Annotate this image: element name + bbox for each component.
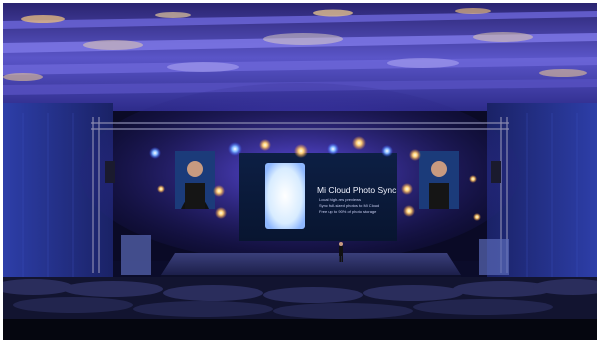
slide-title: Mi Cloud Photo Sync — [317, 185, 397, 195]
right-speaker — [491, 161, 501, 183]
stage-floor — [161, 253, 461, 275]
left-side-screen — [175, 151, 215, 209]
main-screen — [239, 153, 397, 241]
keynote-stage-scene: Mi Cloud Photo Sync Local high-res previ… — [3, 3, 597, 340]
right-side-screen — [419, 151, 459, 209]
phone-image — [265, 163, 305, 229]
slide-line-2: Sync full-sized photos to Mi Cloud — [319, 203, 379, 208]
left-booth — [121, 235, 151, 275]
right-booth — [479, 239, 509, 275]
slide-line-3: Free up to 90% of photo storage — [319, 209, 377, 214]
presenter — [339, 242, 343, 262]
foreground-shadow — [3, 319, 597, 340]
slide-line-1: Local high-res previews — [319, 197, 361, 202]
left-speaker — [105, 161, 115, 183]
event-photo: Mi Cloud Photo Sync Local high-res previ… — [3, 3, 597, 340]
